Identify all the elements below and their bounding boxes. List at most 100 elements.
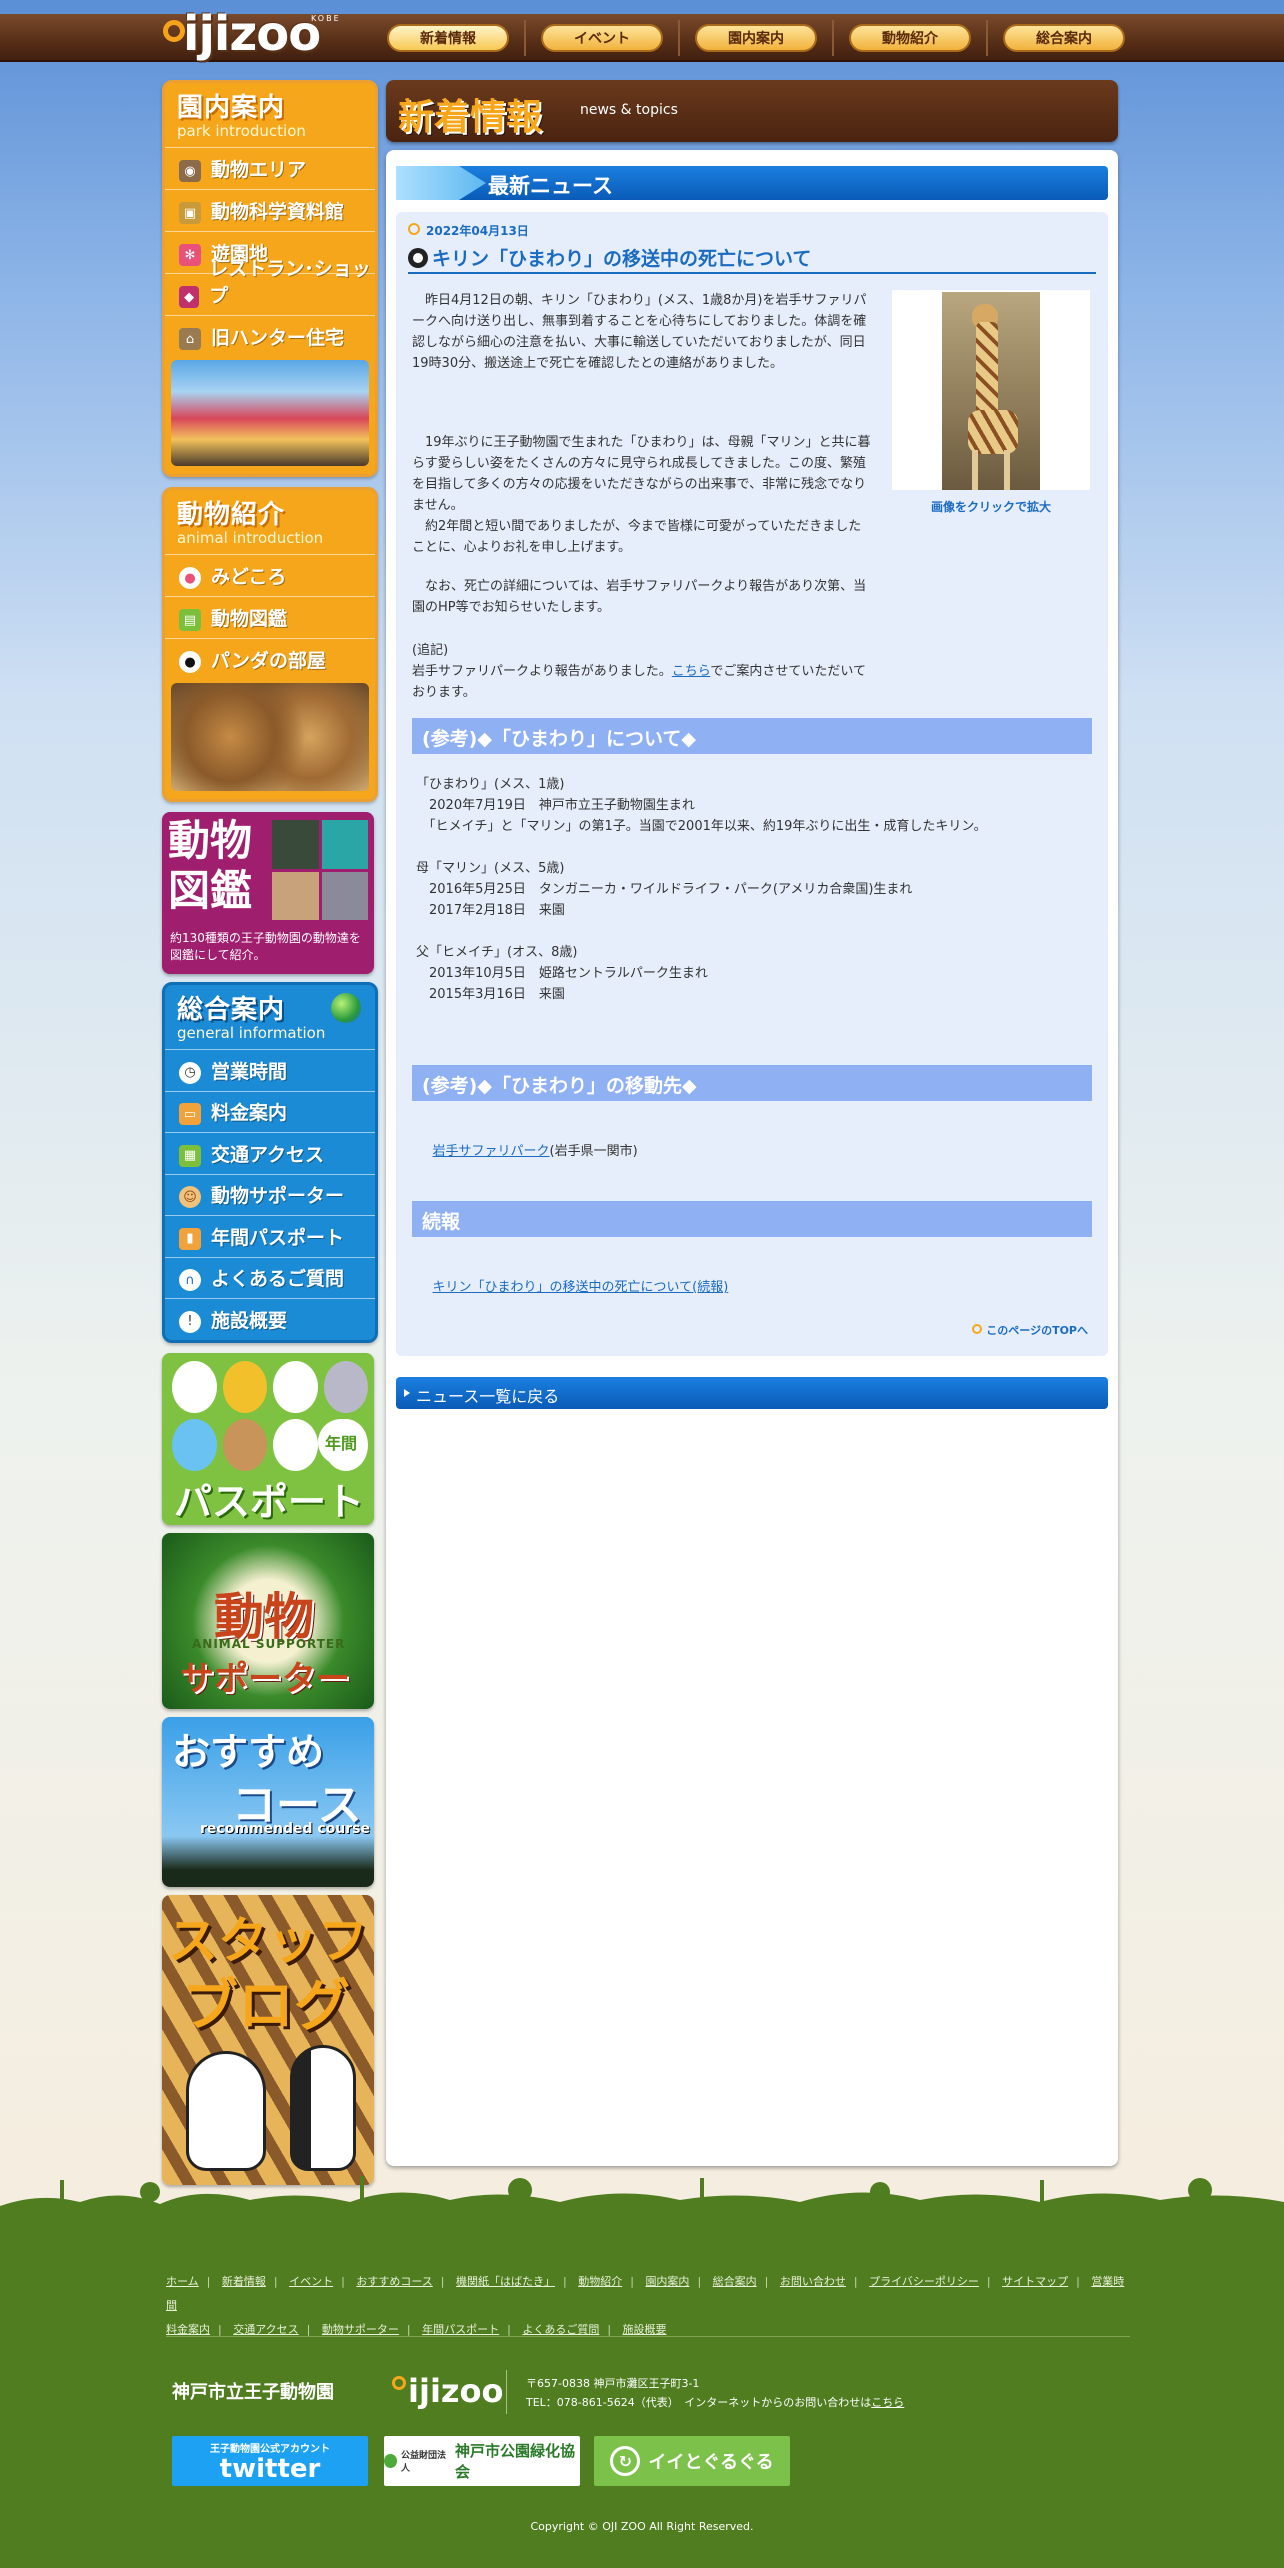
footer-logo[interactable]: ijizoo	[392, 2368, 504, 2412]
giraffe-leg	[1004, 450, 1010, 490]
giraffe-leg	[972, 450, 978, 490]
supporter-banner-en: ANIMAL SUPPORTER	[192, 1636, 346, 1651]
park-association-banner[interactable]: 公益財団法人 神戸市公園緑化協会	[384, 2436, 580, 2486]
sidebar-item-hours[interactable]: ◷ 営業時間	[165, 1049, 375, 1091]
giraffe-neck	[976, 322, 998, 422]
nav-event[interactable]: イベント	[526, 22, 678, 54]
app-banner[interactable]: ↻ イイとぐるぐる	[594, 2436, 790, 2486]
reference-heading: (参考)◆「ひまわり」について◆	[412, 718, 1092, 754]
encyclopedia-banner[interactable]: 動物図鑑 約130種類の王子動物園の動物達を図鑑にして紹介。	[162, 812, 374, 974]
twitter-banner[interactable]: 王子動物園公式アカウント twitter	[172, 2436, 368, 2486]
giraffe-image[interactable]	[892, 290, 1090, 490]
separator: |	[218, 2323, 222, 2336]
footer-link[interactable]: 新着情報	[222, 2275, 266, 2288]
latest-news-bar: 最新ニュース	[396, 166, 1108, 200]
footer-link[interactable]: 年間パスポート	[422, 2323, 499, 2336]
footer-link[interactable]: 園内案内	[645, 2275, 689, 2288]
contact-link[interactable]: こちら	[871, 2396, 904, 2409]
leaf-icon	[384, 2454, 397, 2468]
footer-nav-row: 料金案内 | 交通アクセス | 動物サポーター | 年間パスポート | よくあるご質問 |…	[166, 2318, 1126, 2342]
animal-intro-header: 動物紹介 animal introduction	[165, 490, 375, 554]
sidebar-item-faq[interactable]: ∩ よくあるご質問	[165, 1256, 375, 1299]
sidebar-item-access[interactable]: ▦ 交通アクセス	[165, 1132, 375, 1174]
animal-intro-en: animal introduction	[177, 529, 324, 547]
penguin-figure	[290, 2044, 356, 2171]
page-title-en: news & topics	[580, 102, 678, 118]
reference-heading: 続報	[412, 1201, 1092, 1237]
article-title-text: キリン「ひまわり」の移送中の死亡について	[432, 248, 812, 270]
sidebar-item-fees[interactable]: ▭ 料金案内	[165, 1090, 375, 1133]
sidebar-item-restaurant[interactable]: ◆ レストラン･ショップ	[165, 258, 375, 315]
frame-icon: ▣	[179, 202, 201, 224]
article-paragraph: 昨日4月12日の朝、キリン「ひまわり」(メス、1歳8か月)を岩手サファリパークへ…	[412, 293, 867, 371]
course-banner-en: recommended course	[200, 1820, 370, 1837]
page-top-link[interactable]: このページのTOPへ	[972, 1322, 1088, 1338]
sidebar-item-label: 年間パスポート	[211, 1226, 345, 1249]
footer-link[interactable]: 機関紙「はばたき」	[456, 2275, 555, 2288]
footer-link[interactable]: 料金案内	[166, 2323, 210, 2336]
ticket-icon: ▭	[179, 1103, 201, 1125]
logo-mark	[163, 20, 185, 42]
sidebar-item-highlights[interactable]: ● みどころ	[165, 554, 375, 596]
sidebar-item-panda[interactable]: ● パンダの部屋	[165, 638, 375, 680]
twitter-banner-top: 王子動物園公式アカウント	[210, 2443, 330, 2455]
footer-link[interactable]: お問い合わせ	[780, 2275, 846, 2288]
footer-link[interactable]: 施設概要	[623, 2323, 667, 2336]
separator: |	[306, 2323, 311, 2336]
footer-link[interactable]: 動物紹介	[578, 2275, 622, 2288]
article-note-head: (追記)	[412, 643, 449, 658]
footer-link[interactable]: ホーム	[166, 2275, 199, 2288]
passport-badge: 年間	[318, 1418, 364, 1465]
nav-animal[interactable]: 動物紹介	[834, 22, 986, 54]
footer-link[interactable]: イベント	[289, 2275, 333, 2288]
article-title: キリン「ひまわり」の移送中の死亡について	[408, 244, 1096, 274]
supporter-banner[interactable]: 動物 ANIMAL SUPPORTER サポーター	[162, 1532, 374, 1709]
footer-link[interactable]: おすすめコース	[356, 2275, 432, 2288]
separator: |	[986, 2275, 991, 2288]
back-to-news-button[interactable]: ニュース一覧に戻る	[396, 1377, 1108, 1409]
footer-link[interactable]: サイトマップ	[1002, 2275, 1068, 2288]
back-label: ニュース一覧に戻る	[416, 1387, 560, 1406]
footer-link[interactable]: プライバシーポリシー	[869, 2275, 979, 2288]
sidebar-item-passport[interactable]: ▮ 年間パスポート	[165, 1215, 375, 1257]
safari-park-link[interactable]: 岩手サファリパーク	[433, 1144, 550, 1159]
sidebar-item-hunter-house[interactable]: ⌂ 旧ハンター住宅	[165, 315, 375, 357]
article-date: 2022年04月13日	[408, 222, 529, 239]
staff-blog-banner[interactable]: スタッフ ブログ	[162, 1894, 374, 2185]
passport-banner[interactable]: 年間 パスポート	[162, 1352, 374, 1525]
footer-address: 〒657-0838 神戸市灘区王子町3-1 TEL：078-861-5624（代…	[526, 2374, 1026, 2412]
headset-icon: ∩	[179, 1269, 201, 1291]
site-logo[interactable]: ijizoo KOBE	[163, 6, 343, 70]
page-title: 新着情報	[398, 97, 543, 138]
animal-intro-box: 動物紹介 animal introduction ● みどころ ▤ 動物図鑑 ● パン…	[162, 487, 378, 802]
report-link[interactable]: こちら	[672, 664, 711, 679]
article-paragraph: 19年ぶりに王子動物園で生まれた「ひまわり」は、母親「マリン」と共に暮らす愛らし…	[412, 435, 871, 513]
sidebar-item-science-museum[interactable]: ▣ 動物科学資料館	[165, 189, 375, 231]
global-nav: 新着情報 イベント 園内案内 動物紹介 総合案内	[372, 20, 1140, 56]
giraffe-photo	[942, 292, 1040, 490]
sidebar-item-encyclopedia[interactable]: ▤ 動物図鑑	[165, 596, 375, 638]
footer-divider	[166, 2336, 1130, 2337]
nav-general[interactable]: 総合案内	[988, 22, 1140, 54]
separator: |	[507, 2323, 511, 2336]
nav-park[interactable]: 園内案内	[680, 22, 832, 54]
separator: |	[1076, 2275, 1080, 2288]
footer-link[interactable]: 総合案内	[713, 2275, 757, 2288]
sidebar-item-facility[interactable]: ! 施設概要	[165, 1298, 375, 1340]
followup-link[interactable]: キリン「ひまわり」の移送中の死亡について(続報)	[433, 1280, 729, 1295]
sidebar-item-label: 動物エリア	[211, 159, 307, 181]
separator: |	[697, 2275, 702, 2288]
course-banner[interactable]: おすすめ コース recommended course	[162, 1716, 374, 1887]
image-caption[interactable]: 画像をクリックで拡大	[892, 498, 1090, 515]
sidebar-item-supporter[interactable]: ☺ 動物サポーター	[165, 1173, 375, 1216]
separator: |	[440, 2275, 445, 2288]
article-note-pre: 岩手サファリパークより報告がありました。	[412, 664, 672, 679]
footer-link[interactable]: よくあるご質問	[522, 2323, 599, 2336]
blog-banner-line2: ブログ	[182, 1973, 350, 2039]
footer-link[interactable]: 交通アクセス	[233, 2323, 298, 2336]
logo-text: ijizoo	[183, 6, 321, 62]
reference-heading: (参考)◆「ひまわり」の移動先◆	[412, 1065, 1092, 1101]
footer-link[interactable]: 動物サポーター	[322, 2323, 399, 2336]
sidebar-item-animal-area[interactable]: ◉ 動物エリア	[165, 147, 375, 189]
nav-news[interactable]: 新着情報	[372, 22, 524, 54]
